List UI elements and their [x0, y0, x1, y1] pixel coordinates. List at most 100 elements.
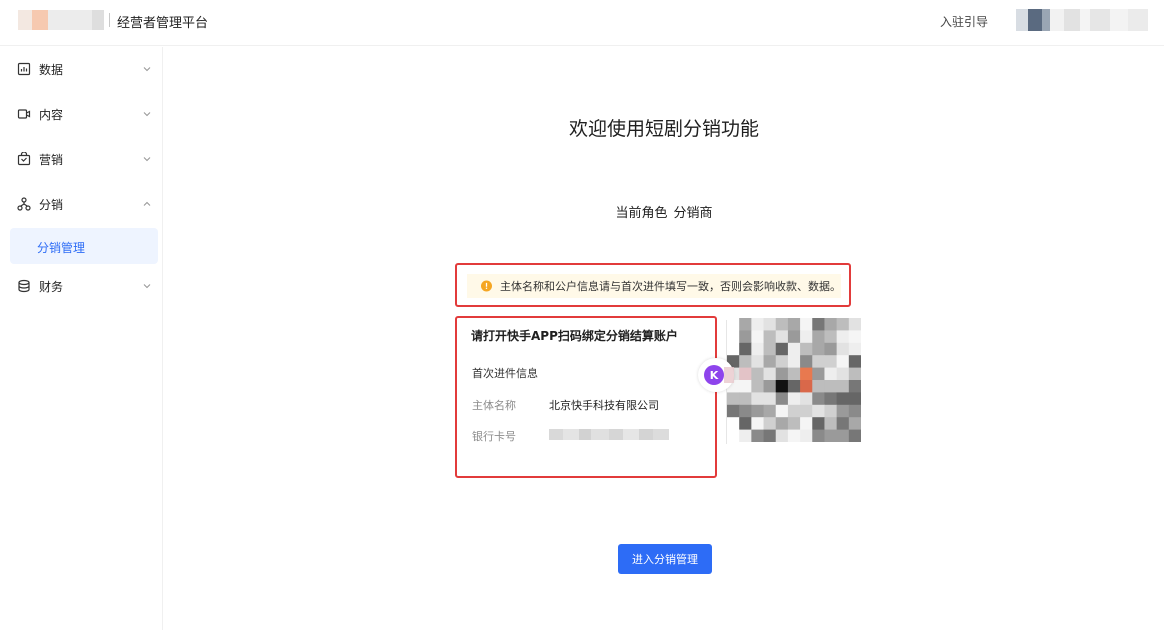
qr-pixel [848, 342, 861, 356]
kuaishou-app-icon: K [698, 358, 734, 392]
onboarding-guide-link[interactable]: 入驻引导 [940, 13, 988, 30]
qr-pixel [812, 318, 825, 331]
role-value: 分销商 [673, 206, 713, 221]
bag-icon [17, 152, 31, 166]
qr-pixel [763, 429, 777, 442]
qr-pixel [763, 342, 777, 356]
bind-account-panel: 请打开快手APP扫码绑定分销结算账户 首次进件信息 主体名称 北京快手科技有限公… [455, 316, 717, 478]
sidebar-subitem-distribution-management[interactable]: 分销管理 [10, 228, 158, 264]
qr-pixel [836, 330, 850, 344]
chevron-down-icon [143, 67, 151, 72]
header-divider [109, 13, 110, 27]
bank-card-number-redacted [549, 429, 669, 440]
sidebar-item-finance[interactable]: 财务 [0, 266, 163, 306]
enter-distribution-management-button[interactable]: 进入分销管理 [618, 544, 712, 574]
video-icon [17, 109, 31, 119]
user-account-menu[interactable] [1016, 9, 1148, 31]
qr-pixel [787, 380, 801, 393]
qr-pixel [836, 380, 850, 393]
qr-pixel [824, 330, 838, 344]
qr-pixel [787, 392, 801, 406]
qr-code [727, 318, 861, 442]
qr-pixel [812, 367, 825, 381]
qr-pixel [836, 417, 850, 431]
qr-pixel [775, 392, 789, 406]
qr-pixel [727, 404, 740, 418]
qr-pixel [751, 342, 765, 356]
qr-pixel [824, 417, 838, 431]
sidebar-item-data[interactable]: 数据 [0, 49, 163, 89]
qr-pixel [800, 318, 813, 331]
qr-pixel [836, 318, 850, 331]
platform-title: 经营者管理平台 [117, 16, 209, 31]
entity-name-label: 主体名称 [472, 399, 516, 412]
role-label: 当前角色 [615, 206, 668, 221]
sidebar-item-content[interactable]: 内容 [0, 94, 163, 134]
qr-pixel [763, 330, 777, 344]
top-header: 经营者管理平台 入驻引导 [0, 0, 1164, 46]
qr-pixel [800, 330, 813, 344]
qr-pixel [787, 417, 801, 431]
qr-pixel [824, 392, 838, 406]
qr-pixel [727, 429, 740, 442]
sidebar-item-marketing[interactable]: 营销 [0, 139, 163, 179]
qr-pixel [775, 318, 789, 331]
qr-pixel [812, 417, 825, 431]
qr-pixel [763, 318, 777, 331]
qr-pixel [751, 392, 765, 406]
chevron-down-icon [143, 112, 151, 117]
qr-pixel [812, 392, 825, 406]
qr-pixel [800, 367, 813, 381]
qr-pixel [848, 318, 861, 331]
qr-pixel [848, 404, 861, 418]
qr-pixel [751, 355, 765, 369]
qr-pixel [727, 330, 740, 344]
qr-pixel [751, 380, 765, 393]
qr-pixel [739, 355, 752, 369]
network-icon [17, 197, 31, 211]
qr-pixel [836, 392, 850, 406]
chart-icon [17, 62, 31, 76]
qr-pixel [763, 367, 777, 381]
qr-pixel [848, 417, 861, 431]
qr-pixel [739, 380, 752, 393]
qr-pixel [848, 355, 861, 369]
sidebar-item-distribution[interactable]: 分销 [0, 184, 163, 224]
qr-pixel [812, 355, 825, 369]
warning-text: 主体名称和公户信息请与首次进件填写一致，否则会影响收款、数据。 [500, 280, 841, 293]
qr-pixel [775, 417, 789, 431]
qr-pixel [763, 392, 777, 406]
sidebar-item-label: 营销 [39, 153, 64, 167]
qr-pixel [727, 342, 740, 356]
qr-pixel [787, 404, 801, 418]
qr-pixel [739, 330, 752, 344]
qr-pixel [751, 429, 765, 442]
warning-notice: 主体名称和公户信息请与首次进件填写一致，否则会影响收款、数据。 [455, 263, 851, 307]
qr-pixel [775, 404, 789, 418]
qr-pixel [848, 392, 861, 406]
qr-pixel [824, 404, 838, 418]
section-title: 首次进件信息 [472, 367, 538, 380]
chevron-down-icon [143, 284, 151, 289]
qr-pixel [848, 330, 861, 344]
qr-pixel [800, 404, 813, 418]
qr-pixel [751, 404, 765, 418]
qr-pixel [848, 380, 861, 393]
qr-pixel [812, 380, 825, 393]
qr-pixel [727, 392, 740, 406]
qr-pixel [751, 318, 765, 331]
qr-pixel [800, 417, 813, 431]
qr-pixel [836, 367, 850, 381]
bind-title: 请打开快手APP扫码绑定分销结算账户 [471, 329, 678, 343]
qr-pixel [751, 330, 765, 344]
logo[interactable] [18, 10, 104, 30]
qr-pixel [775, 380, 789, 393]
qr-pixel [763, 417, 777, 431]
qr-pixel [836, 404, 850, 418]
qr-pixel [739, 429, 752, 442]
qr-pixel [787, 342, 801, 356]
qr-pixel [800, 392, 813, 406]
qr-pixel [836, 429, 850, 442]
qr-pixel [739, 392, 752, 406]
coins-icon [18, 279, 30, 293]
